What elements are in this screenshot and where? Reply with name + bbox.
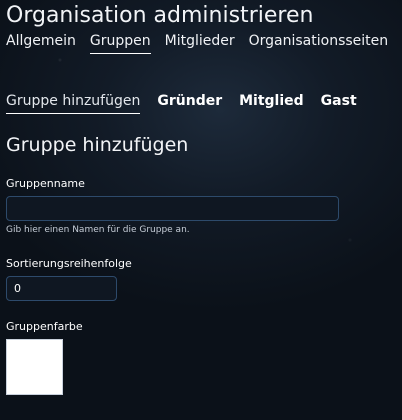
group-color-swatch[interactable] (6, 339, 63, 395)
group-name-label: Gruppenname (6, 177, 85, 190)
group-color-label: Gruppenfarbe (6, 320, 83, 333)
tab-mitglied[interactable]: Mitglied (239, 93, 304, 114)
group-name-help: Gib hier einen Namen für die Gruppe an. (6, 225, 190, 235)
tab-gruender[interactable]: Gründer (157, 93, 222, 114)
page-title: Organisation administrieren (6, 3, 314, 28)
group-sub-tabs: Gruppe hinzufügen Gründer Mitglied Gast (6, 93, 374, 114)
sort-order-input[interactable] (6, 276, 117, 301)
section-title: Gruppe hinzufügen (6, 134, 189, 156)
tab-allgemein[interactable]: Allgemein (6, 33, 76, 54)
sort-order-label: Sortierungsreihenfolge (6, 257, 132, 270)
tab-mitglieder[interactable]: Mitglieder (165, 33, 235, 54)
group-name-input[interactable] (6, 196, 339, 221)
tab-gast[interactable]: Gast (321, 93, 357, 114)
tab-gruppe-hinzufuegen[interactable]: Gruppe hinzufügen (6, 93, 141, 114)
main-tabs: Allgemein Gruppen Mitglieder Organisatio… (6, 33, 402, 54)
tab-gruppen[interactable]: Gruppen (89, 33, 151, 54)
tab-organisationsseiten[interactable]: Organisationsseiten (249, 33, 389, 54)
